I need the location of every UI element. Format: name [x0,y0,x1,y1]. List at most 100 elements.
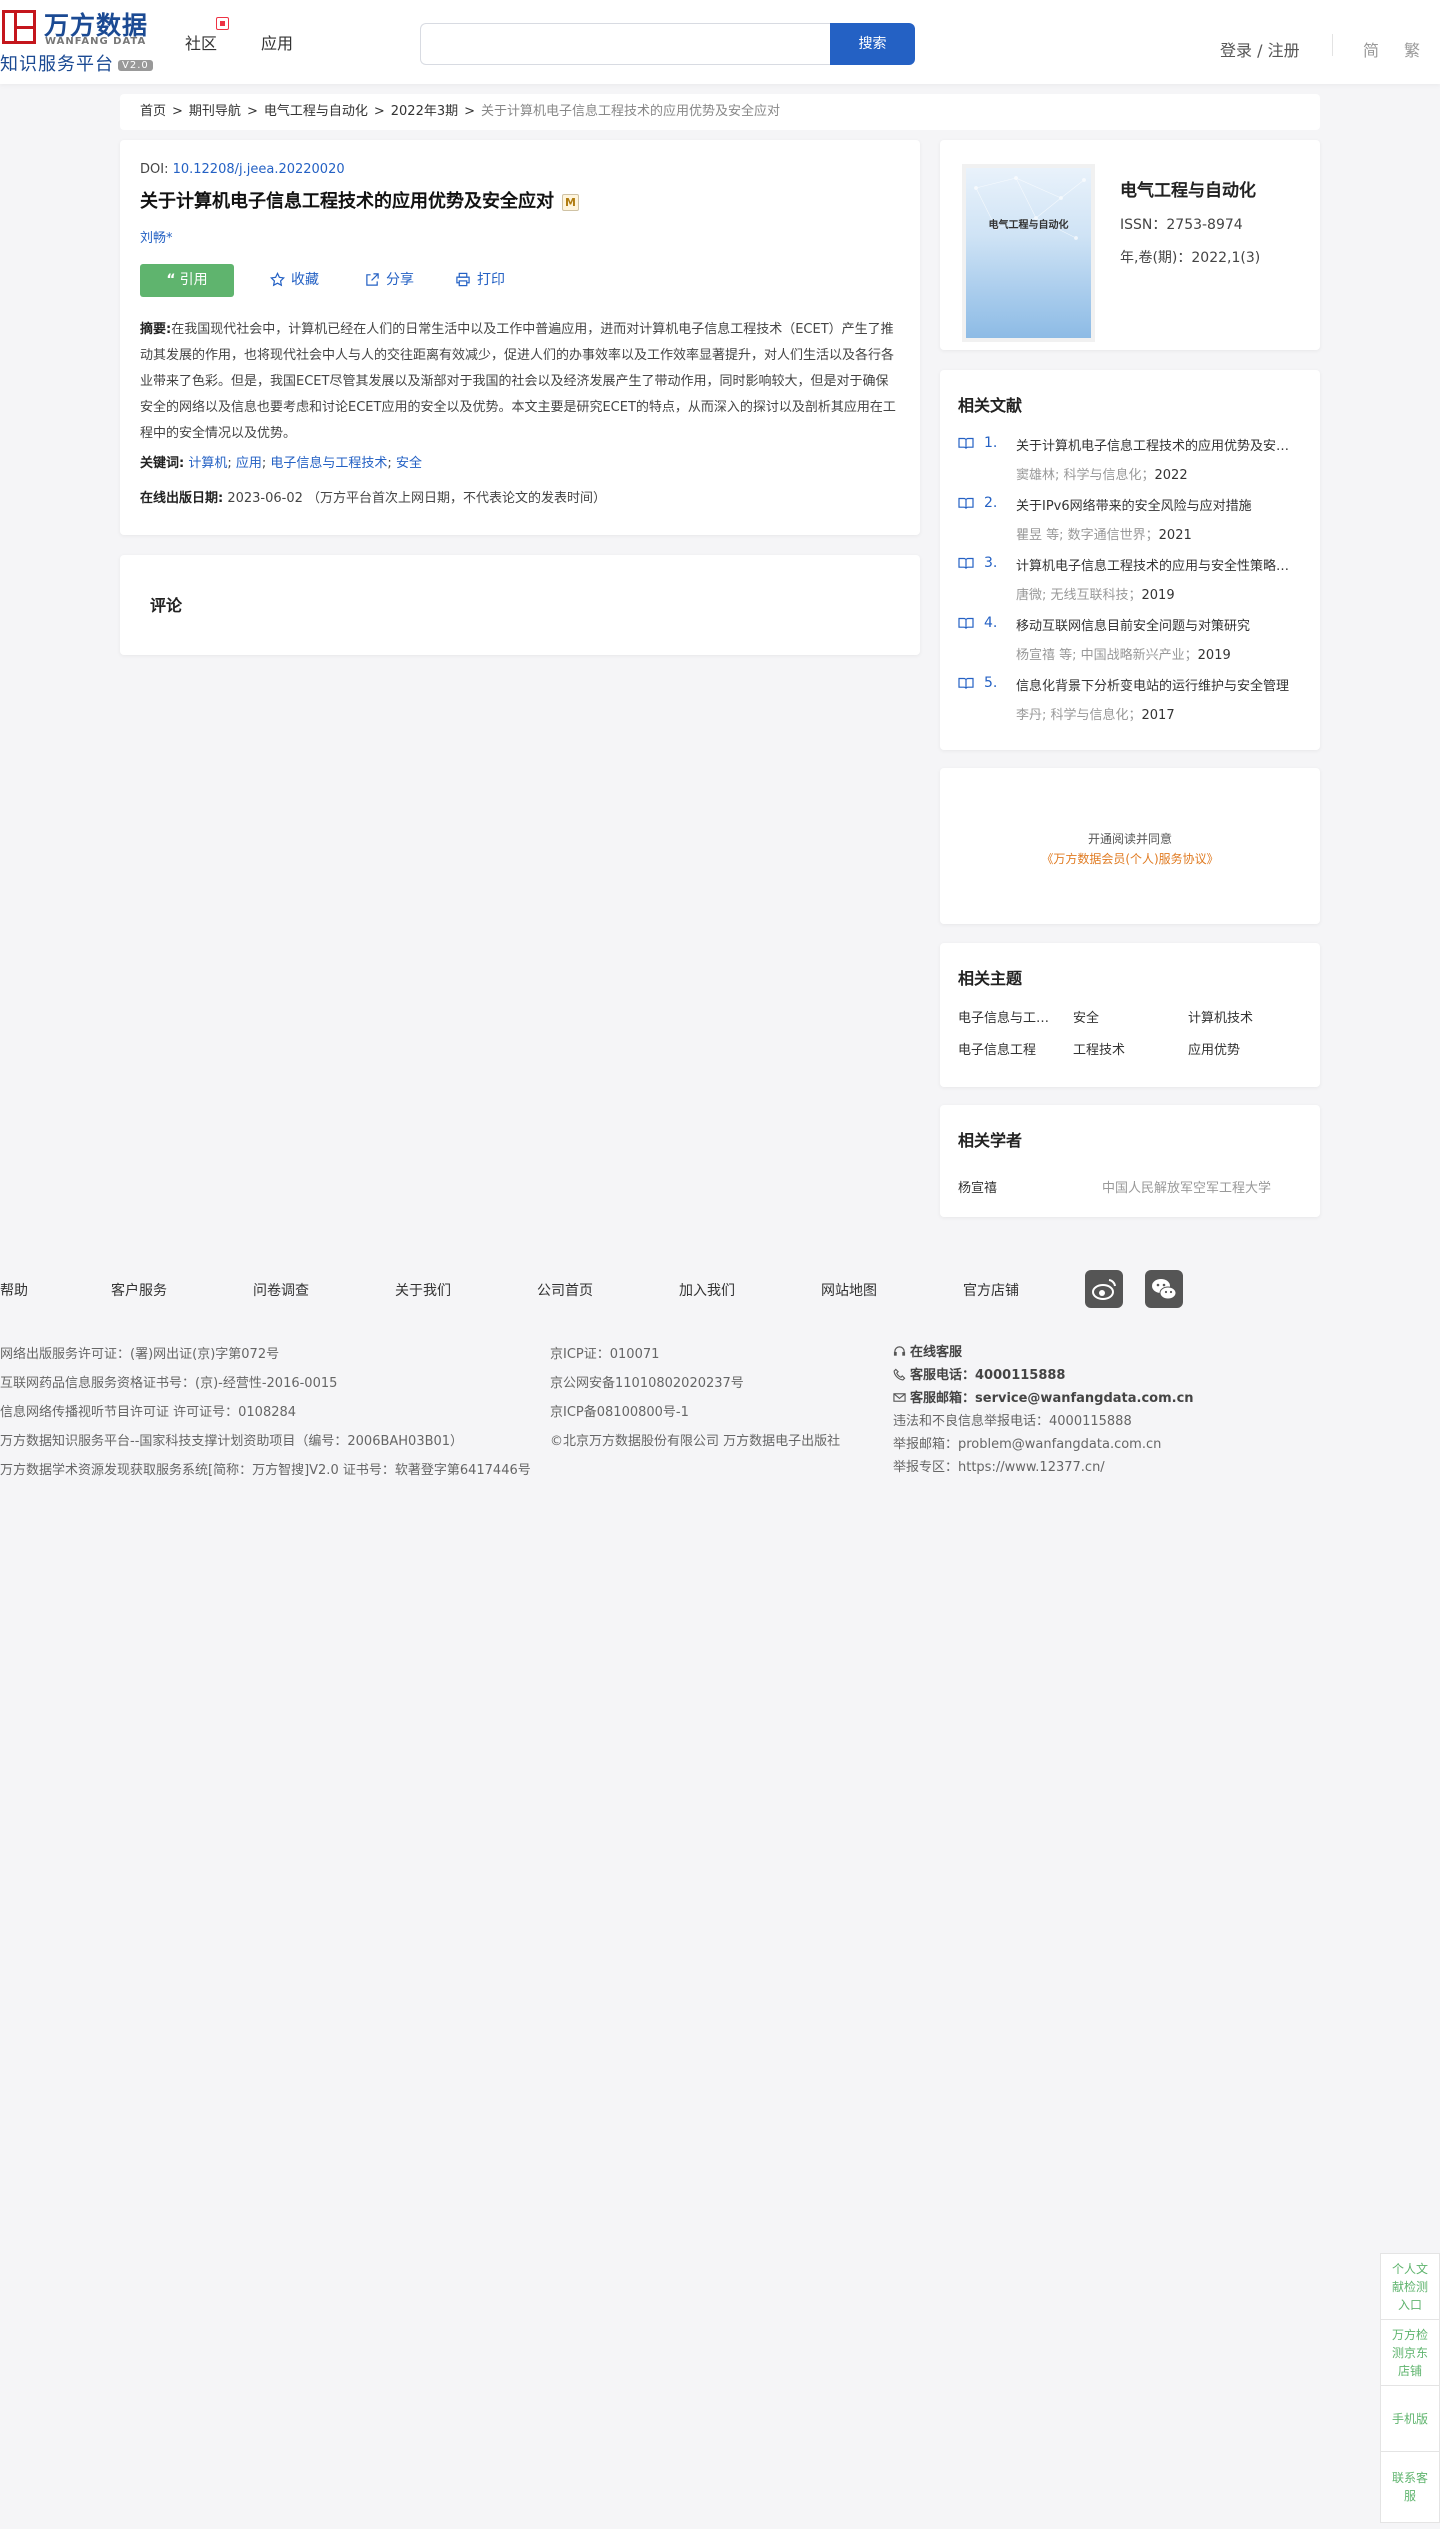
online-service-link[interactable]: 在线客服 [893,1341,1194,1364]
footer-link-join[interactable]: 加入我们 [679,1280,735,1300]
favorite-button[interactable]: 收藏 [269,264,319,297]
meta-year: 2022 [1154,468,1188,483]
email-value[interactable]: service@wanfangdata.com.cn [975,1391,1194,1406]
topic-link[interactable]: 安全 [1073,1007,1099,1026]
journal-name[interactable]: 电气工程与自动化 [1120,176,1256,201]
item-number: 3. [984,555,998,571]
keyword-link[interactable]: 计算机 [188,456,227,471]
footer-link-survey[interactable]: 问卷调查 [253,1280,309,1300]
book-icon [958,497,974,509]
meta-year: 2019 [1141,588,1175,603]
related-link[interactable]: 移动互联网信息目前安全问题与对策研究 [1016,606,1296,634]
footer-line[interactable]: 京ICP备08100800号-1 [550,1398,840,1427]
keyword-link[interactable]: 安全 [396,456,422,471]
topics-title: 相关主题 [958,969,1023,988]
doi: DOI: 10.12208/j.jeea.20220020 [140,162,900,177]
related-link[interactable]: 计算机电子信息工程技术的应用与安全性策略探讨 [1016,546,1296,574]
related-literature-card: 相关文献 1. 关于计算机电子信息工程技术的应用优势及安全应对 窦雄林; 科学与… [940,370,1320,750]
footer-link-service[interactable]: 客户服务 [111,1280,167,1300]
related-link[interactable]: 关于计算机电子信息工程技术的应用优势及安全应对 [1016,426,1296,454]
breadcrumb: 首页 > 期刊导航 > 电气工程与自动化 >2022年3期 > 关于计算机电子信息工程技术的应… [120,94,1320,130]
meta-year: 2017 [1141,708,1175,723]
footer-line: 违法和不良信息举报电话：4000115888 [893,1414,1132,1429]
logo-subtitle-text: 知识服务平台 [0,54,114,75]
abstract: 摘要:在我国现代社会中，计算机已经在人们的日常生活中以及工作中普遍应用，进而对计… [140,317,900,447]
agreement-link[interactable]: 《万方数据会员(个人)服务协议》 [940,850,1320,867]
login-register-link[interactable]: 登录 / 注册 [1220,37,1300,61]
cite-label: 引用 [179,272,208,288]
wanfang-logo[interactable]: 万方数据 WANFANG DATA 知识服务平台 V2.0 [0,6,160,75]
keyword-link[interactable]: 应用 [236,456,262,471]
logo-subtitle: 知识服务平台 V2.0 [0,50,153,76]
wechat-icon[interactable] [1145,1270,1183,1308]
footer-link-sitemap[interactable]: 网站地图 [821,1280,877,1300]
footer-link-about[interactable]: 关于我们 [395,1280,451,1300]
lang-traditional[interactable]: 繁 [1404,37,1420,61]
list-item: 2. 关于IPv6网络带来的安全风险与应对措施 瞿昱 等; 数字通信世界；202… [958,486,1302,546]
article-title: 关于计算机电子信息工程技术的应用优势及安全应对 M [140,187,900,213]
doi-link[interactable]: 10.12208/j.jeea.20220020 [173,162,345,177]
footer-line[interactable]: 京公网安备11010802020237号 [550,1369,840,1398]
scholar-org: 中国人民解放军空军工程大学 [1102,1181,1272,1196]
journal-cover[interactable]: 电气工程与自动化 [966,168,1091,338]
email-line: 客服邮箱：service@wanfangdata.com.cn [893,1387,1194,1410]
lang-simplified[interactable]: 简 [1363,37,1379,61]
related-link[interactable]: 信息化背景下分析变电站的运行维护与安全管理 [1016,666,1296,694]
item-number: 2. [984,495,998,511]
footer-link-help[interactable]: 帮助 [0,1280,28,1300]
topic-link[interactable]: 计算机技术 [1188,1007,1253,1026]
headset-icon [893,1346,906,1356]
book-icon [958,437,974,449]
footer-line: 万方数据知识服务平台--国家科技支撑计划资助项目（编号：2006BAH03B01… [0,1434,464,1449]
footer-link-home[interactable]: 公司首页 [537,1280,593,1300]
breadcrumb-home[interactable]: 首页 [140,104,166,119]
doi-label: DOI: [140,162,173,177]
sidebar-item-contact[interactable]: 联系客服 [1381,2452,1439,2522]
meta-year: 2019 [1197,648,1231,663]
search-button[interactable]: 搜索 [830,23,915,65]
meta-text: 唐微; 无线互联科技； [1016,588,1142,603]
topic-link[interactable]: 工程技术 [1073,1039,1125,1058]
nav-apps[interactable]: 应用 [261,30,293,54]
header-divider [1332,34,1333,56]
topic-link[interactable]: 电子信息与工程技术 [958,1007,1058,1026]
scholar-name-link[interactable]: 杨宣禧 [958,1177,997,1196]
footer-line[interactable]: 举报专区：https://www.12377.cn/ [893,1456,1194,1479]
breadcrumb-journal-nav[interactable]: 期刊导航 [189,104,241,119]
nav-community[interactable]: 社区 [185,30,217,54]
item-number: 1. [984,435,998,451]
article-title-text: 关于计算机电子信息工程技术的应用优势及安全应对 [140,191,554,212]
top-header: 万方数据 WANFANG DATA 知识服务平台 V2.0 社区 应用 搜索 登录… [0,0,1440,84]
media-icon: M [562,193,579,211]
breadcrumb-current: 关于计算机电子信息工程技术的应用优势及安全应对 [481,104,781,119]
footer-link-store[interactable]: 官方店铺 [963,1280,1019,1300]
related-link[interactable]: 关于IPv6网络带来的安全风险与应对措施 [1016,486,1296,514]
share-button[interactable]: 分享 [365,264,414,297]
breadcrumb-journal[interactable]: 电气工程与自动化 [264,104,368,119]
cite-button[interactable]: “引用 [140,264,234,297]
cover-network-icon [974,176,1086,240]
comment-title: 评论 [150,596,183,615]
keyword-link[interactable]: 电子信息与工程技术 [270,456,387,471]
footer-line[interactable]: 京ICP证：010071 [550,1340,840,1369]
topic-link[interactable]: 应用优势 [1188,1039,1240,1058]
footer-nav: 帮助 客户服务 问卷调查 关于我们 公司首页 加入我们 网站地图 官方店铺 [0,1278,1440,1302]
author-link[interactable]: 刘畅* [140,227,900,246]
related-meta: 杨宣禧 等; 中国战略新兴产业；2019 [1016,644,1302,663]
meta-text: 杨宣禧 等; 中国战略新兴产业； [1016,648,1198,663]
meta-text: 瞿昱 等; 数字通信世界； [1016,528,1159,543]
footer-col-icp: 京ICP证：010071 京公网安备11010802020237号 京ICP备0… [550,1340,840,1456]
sidebar-item-plagiarism-check[interactable]: 个人文献检测入口 [1381,2254,1439,2320]
agreement-text: 开通阅读并同意 [1087,832,1172,846]
topic-link[interactable]: 电子信息工程 [958,1039,1036,1058]
weibo-icon[interactable] [1085,1270,1123,1308]
sidebar-item-mobile[interactable]: 手机版 [1381,2386,1439,2452]
print-button[interactable]: 打印 [455,264,505,297]
search-input[interactable] [420,23,830,65]
publish-date: 在线出版日期: 2023-06-02 （万方平台首次上网日期，不代表论文的发表时… [140,487,900,506]
meta-year: 2021 [1158,528,1192,543]
email-label: 客服邮箱： [910,1391,976,1406]
sidebar-item-jd-store[interactable]: 万方检测京东店铺 [1381,2320,1439,2386]
share-icon [366,273,379,286]
breadcrumb-issue[interactable]: 2022年3期 [391,104,458,119]
